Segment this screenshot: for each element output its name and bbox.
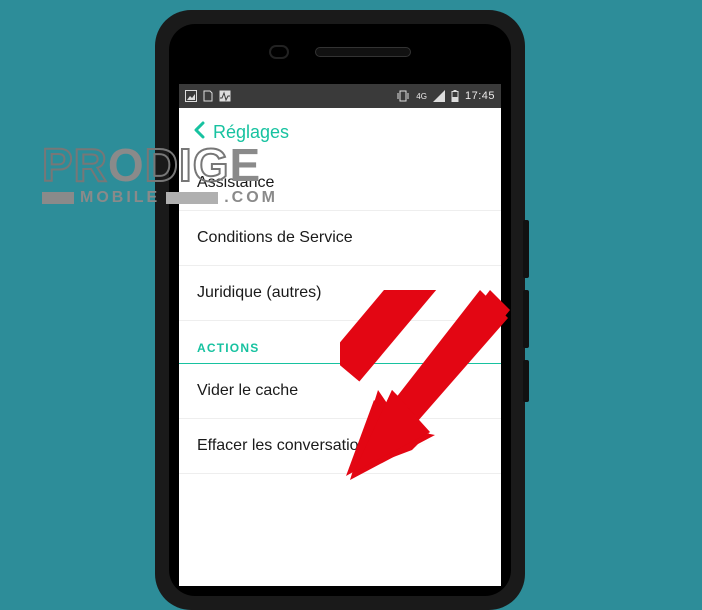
phone-earpiece-area [169,24,511,80]
phone-bezel: 4G 17:45 Réglages Assistance Conditions … [169,24,511,596]
vibrate-icon [396,90,410,102]
network-4g-label: 4G [416,92,427,101]
android-status-bar: 4G 17:45 [179,84,501,108]
list-item-conditions[interactable]: Conditions de Service [179,211,501,266]
list-item-vider-cache[interactable]: Vider le cache [179,364,501,419]
volume-down-button[interactable] [523,290,529,348]
image-icon [185,90,197,102]
list-item-effacer-conversations[interactable]: Effacer les conversations [179,419,501,474]
front-camera [269,45,289,59]
back-chevron-icon[interactable] [193,121,205,143]
signal-icon [433,90,445,102]
section-header-actions: ACTIONS [179,321,501,364]
list-item-juridique[interactable]: Juridique (autres) [179,266,501,321]
page-title[interactable]: Réglages [213,122,289,143]
phone-screen: 4G 17:45 Réglages Assistance Conditions … [179,84,501,586]
list-item-assistance[interactable]: Assistance [179,156,501,211]
status-time: 17:45 [465,90,495,102]
activity-icon [219,90,231,102]
settings-list: Assistance Conditions de Service Juridiq… [179,156,501,586]
power-button[interactable] [523,360,529,402]
volume-up-button[interactable] [523,220,529,278]
battery-icon [451,90,459,102]
sd-card-icon [203,90,213,102]
phone-frame: 4G 17:45 Réglages Assistance Conditions … [155,10,525,610]
earpiece-speaker [315,47,411,57]
app-header: Réglages [179,108,501,156]
